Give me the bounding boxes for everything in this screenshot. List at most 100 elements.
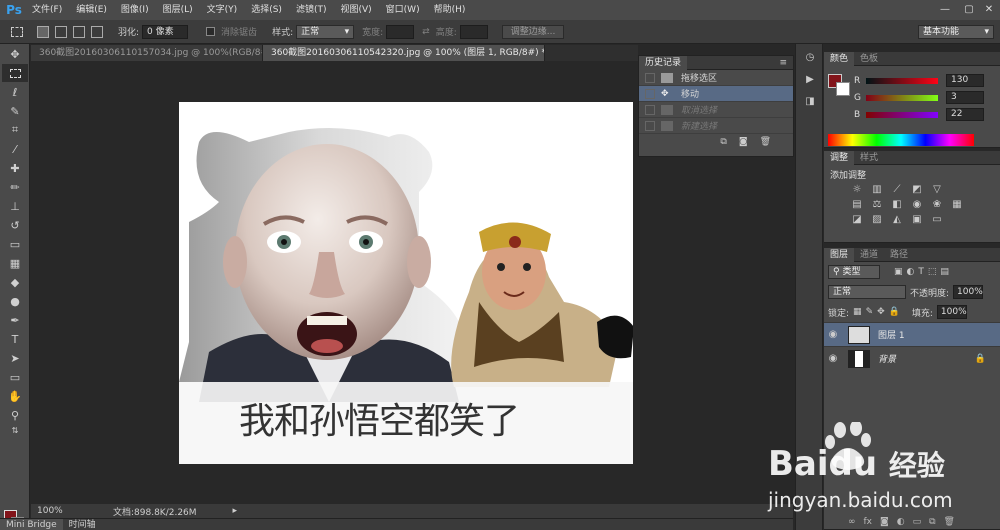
filter-adjust-icon[interactable]: ◐ (907, 267, 915, 277)
history-item[interactable]: 取消选择 (639, 102, 793, 118)
swap-icon[interactable]: ⇄ (422, 27, 430, 37)
menu-window[interactable]: 窗口(W) (379, 0, 427, 20)
brightness-icon[interactable]: ☼ (850, 184, 864, 196)
exposure-icon[interactable]: ◩ (910, 184, 924, 196)
tab-swatches[interactable]: 色板 (854, 52, 884, 66)
menu-filter[interactable]: 滤镜(T) (289, 0, 334, 20)
eye-icon[interactable]: ◉ (824, 329, 842, 340)
lock-pixels-icon[interactable]: ✎ (866, 307, 874, 317)
refine-edge-button[interactable]: 调整边缘... (501, 24, 565, 39)
gradient-tool-icon[interactable]: ▦ (2, 254, 28, 272)
history-checkbox[interactable] (645, 104, 655, 115)
blur-tool-icon[interactable]: ◆ (2, 273, 28, 291)
type-tool-icon[interactable]: T (2, 330, 28, 348)
selective-color-icon[interactable]: ▣ (910, 214, 924, 226)
menu-edit[interactable]: 编辑(E) (69, 0, 114, 20)
channel-mixer-icon[interactable]: ❀ (930, 199, 944, 211)
hue-saturation-icon[interactable]: ▤ (850, 199, 864, 211)
hand-tool-icon[interactable]: ✋ (2, 387, 28, 405)
quick-select-tool-icon[interactable]: ✎ (2, 102, 28, 120)
lock-transparent-icon[interactable]: ▦ (853, 307, 862, 317)
status-menu-icon[interactable]: ▸ (233, 506, 238, 516)
document-canvas[interactable]: 我和孙悟空都笑了 (179, 102, 633, 464)
eyedropper-tool-icon[interactable]: ⁄ (2, 140, 28, 158)
levels-icon[interactable]: ▥ (870, 184, 884, 196)
width-input[interactable] (386, 24, 415, 39)
history-item[interactable]: 拖移选区 (639, 70, 793, 86)
history-item[interactable]: 新建选择 (639, 118, 793, 134)
tab-channels[interactable]: 通道 (854, 248, 884, 262)
history-panel-icon[interactable]: ◷ (800, 50, 820, 66)
pen-tool-icon[interactable]: ✒ (2, 311, 28, 329)
path-select-tool-icon[interactable]: ➤ (2, 349, 28, 367)
filter-smart-icon[interactable]: ▤ (940, 267, 949, 277)
menu-image[interactable]: 图像(I) (114, 0, 156, 20)
dodge-tool-icon[interactable]: ● (2, 292, 28, 310)
properties-panel-icon[interactable]: ◨ (800, 94, 820, 110)
tab-document-1[interactable]: 360截图20160306110157034.jpg @ 100%(RGB/8#… (31, 45, 263, 61)
gradient-map-icon[interactable]: ▭ (930, 214, 944, 226)
color-balance-icon[interactable]: ⚖ (870, 199, 884, 211)
tab-timeline[interactable]: 时间轴 (63, 519, 102, 530)
layer-filter-select[interactable]: ⚲ 类型 (828, 265, 880, 279)
swap-colors-icon[interactable]: ⇅ (2, 425, 28, 435)
marquee-tool-preset[interactable] (0, 26, 34, 37)
trash-icon[interactable]: 🗑 (760, 137, 771, 147)
layer-row[interactable]: ◉ 背景 🔒 (824, 346, 1000, 370)
height-input[interactable] (459, 24, 488, 39)
posterize-icon[interactable]: ▨ (870, 214, 884, 226)
history-item-selected[interactable]: ✥ 移动 (639, 86, 793, 102)
move-tool-icon[interactable]: ✥ (2, 45, 28, 63)
intersect-selection-icon[interactable] (91, 25, 103, 38)
add-selection-icon[interactable] (55, 25, 67, 38)
tab-paths[interactable]: 路径 (884, 248, 914, 262)
eye-icon[interactable]: ◉ (824, 353, 842, 364)
menu-view[interactable]: 视图(V) (333, 0, 378, 20)
tab-adjustments[interactable]: 调整 (824, 150, 855, 165)
green-input[interactable]: 3 (946, 91, 984, 104)
clone-stamp-tool-icon[interactable]: ⊥ (2, 197, 28, 215)
feather-input[interactable]: 0 像素 (142, 24, 189, 39)
crop-tool-icon[interactable]: ⌗ (2, 121, 28, 139)
layer-row[interactable]: ◉ 图层 1 (824, 322, 1000, 346)
red-slider[interactable] (866, 77, 938, 84)
tab-styles[interactable]: 样式 (854, 151, 884, 165)
new-document-from-state-icon[interactable]: ⧉ (720, 137, 726, 147)
tab-layers[interactable]: 图层 (824, 247, 855, 262)
menu-file[interactable]: 文件(F) (25, 0, 69, 20)
vibrance-icon[interactable]: ▽ (930, 184, 944, 196)
zoom-level[interactable]: 100% (37, 506, 73, 516)
eraser-tool-icon[interactable]: ▭ (2, 235, 28, 253)
background-color-swatch[interactable] (836, 82, 850, 96)
lasso-tool-icon[interactable]: ℓ (2, 83, 28, 101)
color-spectrum[interactable] (828, 134, 974, 146)
menu-type[interactable]: 文字(Y) (200, 0, 245, 20)
menu-layer[interactable]: 图层(L) (156, 0, 200, 20)
tab-mini-bridge[interactable]: Mini Bridge (0, 518, 63, 530)
healing-brush-tool-icon[interactable]: ✚ (2, 159, 28, 177)
history-checkbox[interactable] (645, 88, 655, 99)
blend-mode-select[interactable]: 正常 (828, 285, 906, 299)
subtract-selection-icon[interactable] (73, 25, 85, 38)
history-checkbox[interactable] (645, 120, 655, 131)
workspace-select[interactable]: 基本功能 ▾ (918, 24, 994, 39)
close-window-button[interactable]: ✕ (976, 0, 1000, 20)
zoom-tool-icon[interactable]: ⚲ (2, 406, 28, 424)
shape-tool-icon[interactable]: ▭ (2, 368, 28, 386)
actions-panel-icon[interactable]: ▶ (800, 72, 820, 88)
menu-select[interactable]: 选择(S) (244, 0, 289, 20)
threshold-icon[interactable]: ◭ (890, 214, 904, 226)
curves-icon[interactable]: ⟋ (890, 184, 904, 196)
menu-help[interactable]: 帮助(H) (427, 0, 473, 20)
history-brush-tool-icon[interactable]: ↺ (2, 216, 28, 234)
tab-history[interactable]: 历史记录 (639, 55, 688, 70)
history-checkbox[interactable] (645, 72, 655, 83)
tab-document-2[interactable]: 360截图20160306110542320.jpg @ 100% (图层 1,… (263, 45, 545, 61)
red-input[interactable]: 130 (946, 74, 984, 87)
new-selection-icon[interactable] (37, 25, 49, 38)
green-slider[interactable] (866, 94, 938, 101)
blue-slider[interactable] (866, 111, 938, 118)
brush-tool-icon[interactable]: ✏ (2, 178, 28, 196)
antialias-checkbox[interactable] (206, 27, 216, 36)
marquee-tool-icon[interactable] (2, 64, 28, 82)
